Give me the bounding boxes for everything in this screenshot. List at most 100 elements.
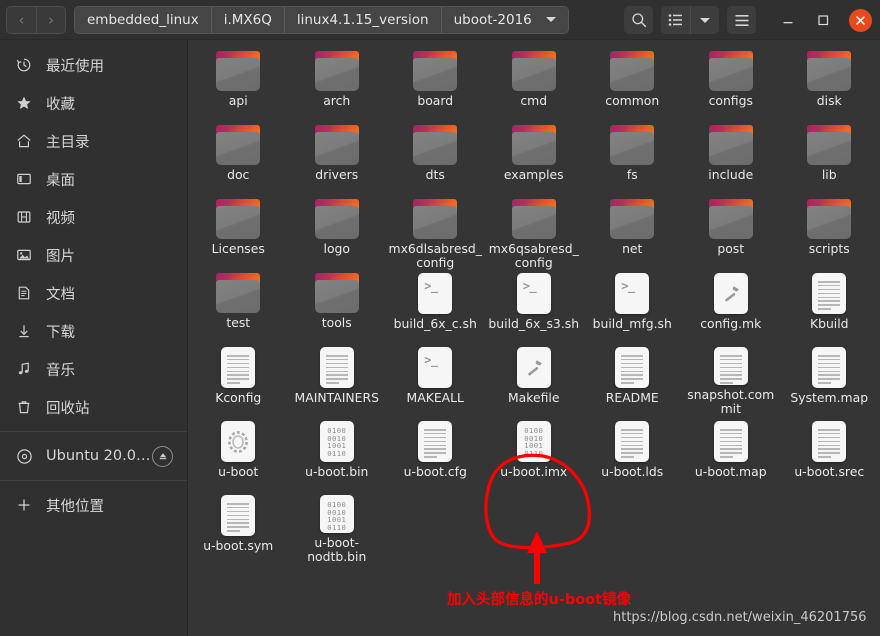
text-lines-icon <box>320 347 354 384</box>
breadcrumb-item-0[interactable]: embedded_linux <box>75 6 211 33</box>
folder-icon <box>511 199 557 239</box>
sidebar-item-recent[interactable]: 最近使用 <box>0 46 187 84</box>
file-item[interactable]: test <box>189 268 288 342</box>
file-item[interactable]: disk <box>780 46 879 120</box>
file-item[interactable]: u-boot.sym <box>189 490 288 564</box>
file-item-label: scripts <box>808 241 850 256</box>
text-lines-icon <box>615 421 649 458</box>
text-lines-icon <box>714 347 748 384</box>
script-file-icon: >_ <box>418 273 453 314</box>
makefile-icon <box>516 347 551 388</box>
file-item[interactable]: mx6dlsabresd_config <box>386 194 485 270</box>
file-item[interactable]: Licenses <box>189 194 288 268</box>
text-file-icon <box>418 421 453 462</box>
eject-button[interactable] <box>152 445 173 467</box>
file-item[interactable]: u-boot.cfg <box>386 416 485 490</box>
file-item[interactable]: include <box>682 120 781 194</box>
file-item[interactable]: 0100 0010 1001 0110 u-boot-nodtb.bin <box>288 490 387 564</box>
close-button[interactable] <box>849 8 872 32</box>
chevron-down-icon[interactable] <box>545 17 556 22</box>
file-item[interactable]: >_ build_6x_s3.sh <box>485 268 584 342</box>
file-item[interactable]: arch <box>288 46 387 120</box>
sidebar-item-downloads[interactable]: 下载 <box>0 312 187 350</box>
folder-icon <box>412 199 458 239</box>
file-item[interactable]: System.map <box>780 342 879 416</box>
file-item[interactable]: cmd <box>485 46 584 120</box>
file-item-label: u-boot.imx <box>500 464 568 479</box>
file-item[interactable]: >_ build_6x_c.sh <box>386 268 485 342</box>
file-item[interactable]: board <box>386 46 485 120</box>
list-view-button[interactable] <box>661 6 690 34</box>
file-item[interactable]: mx6qsabresd_config <box>485 194 584 270</box>
breadcrumb-item-3[interactable]: uboot-2016 <box>440 6 568 33</box>
file-item-label: u-boot <box>218 464 259 479</box>
sidebar-item-label: 回收站 <box>46 400 90 417</box>
minimize-button[interactable] <box>774 6 802 34</box>
file-item[interactable]: lib <box>780 120 879 194</box>
file-item[interactable]: u-boot <box>189 416 288 490</box>
search-button[interactable] <box>624 6 653 34</box>
file-item-label: disk <box>816 93 842 108</box>
sidebar-item-label: 收藏 <box>46 96 75 113</box>
file-item[interactable]: u-boot.map <box>682 416 781 490</box>
breadcrumb-label: linux4.1.15_version <box>296 11 429 28</box>
file-item[interactable]: Makefile <box>485 342 584 416</box>
main-menu-button[interactable] <box>727 6 756 34</box>
file-item[interactable]: README <box>583 342 682 416</box>
file-item[interactable]: snapshot.commit <box>682 342 781 416</box>
binary-file-icon: 0100 0010 1001 0110 <box>319 421 354 462</box>
file-item[interactable]: drivers <box>288 120 387 194</box>
maximize-button[interactable] <box>809 6 837 34</box>
binary-row: 0110 <box>327 448 347 458</box>
back-button[interactable]: ‹ <box>7 6 36 33</box>
file-item[interactable]: net <box>583 194 682 268</box>
file-item[interactable]: Kconfig <box>189 342 288 416</box>
sidebar-item-desktop[interactable]: 桌面 <box>0 160 187 198</box>
file-item[interactable]: api <box>189 46 288 120</box>
file-item[interactable]: examples <box>485 120 584 194</box>
file-item-label: api <box>228 93 248 108</box>
file-item[interactable]: >_ build_mfg.sh <box>583 268 682 342</box>
sidebar-item-music[interactable]: 音乐 <box>0 350 187 388</box>
file-item[interactable]: doc <box>189 120 288 194</box>
file-item[interactable]: 0100 0010 1001 0110 u-boot.bin <box>288 416 387 490</box>
file-item-label: lib <box>821 167 837 182</box>
file-item[interactable]: post <box>682 194 781 268</box>
file-item[interactable]: scripts <box>780 194 879 268</box>
view-options-button[interactable] <box>690 6 719 34</box>
sidebar-item-other-locations[interactable]: 其他位置 <box>0 486 187 524</box>
file-item-label: post <box>717 241 745 256</box>
file-item[interactable]: logo <box>288 194 387 268</box>
text-lines-icon <box>714 421 748 458</box>
file-item[interactable]: u-boot.lds <box>583 416 682 490</box>
file-item[interactable]: fs <box>583 120 682 194</box>
file-item[interactable]: configs <box>682 46 781 120</box>
file-item[interactable]: dts <box>386 120 485 194</box>
search-icon <box>631 13 646 28</box>
sidebar-item-home[interactable]: 主目录 <box>0 122 187 160</box>
folder-icon <box>412 51 458 91</box>
file-item[interactable]: common <box>583 46 682 120</box>
script-file-icon: >_ <box>615 273 650 314</box>
file-item[interactable]: config.mk <box>682 268 781 342</box>
breadcrumb-item-1[interactable]: i.MX6Q <box>210 6 284 33</box>
file-item[interactable]: MAINTAINERS <box>288 342 387 416</box>
file-manager-window: ‹ › embedded_linux i.MX6Q linux4.1.15_ve… <box>0 0 880 636</box>
forward-button[interactable]: › <box>36 6 65 33</box>
sidebar-item-ubuntu-disc[interactable]: Ubuntu 20.0… <box>0 437 187 475</box>
file-item[interactable]: tools <box>288 268 387 342</box>
file-item[interactable]: 0100 0010 1001 0110 u-boot.imx <box>485 416 584 490</box>
sidebar-item-documents[interactable]: 文档 <box>0 274 187 312</box>
file-item-label: u-boot-nodtb.bin <box>307 535 367 564</box>
file-item[interactable]: Kbuild <box>780 268 879 342</box>
sidebar-item-videos[interactable]: 视频 <box>0 198 187 236</box>
sidebar-item-label: 图片 <box>46 248 75 265</box>
breadcrumb-label: uboot-2016 <box>453 11 532 28</box>
breadcrumb-item-2[interactable]: linux4.1.15_version <box>283 6 441 33</box>
file-item[interactable]: u-boot.srec <box>780 416 879 490</box>
sidebar-item-pictures[interactable]: 图片 <box>0 236 187 274</box>
file-item-label: logo <box>323 241 350 256</box>
sidebar-item-starred[interactable]: 收藏 <box>0 84 187 122</box>
sidebar-item-trash[interactable]: 回收站 <box>0 388 187 426</box>
file-item[interactable]: >_ MAKEALL <box>386 342 485 416</box>
